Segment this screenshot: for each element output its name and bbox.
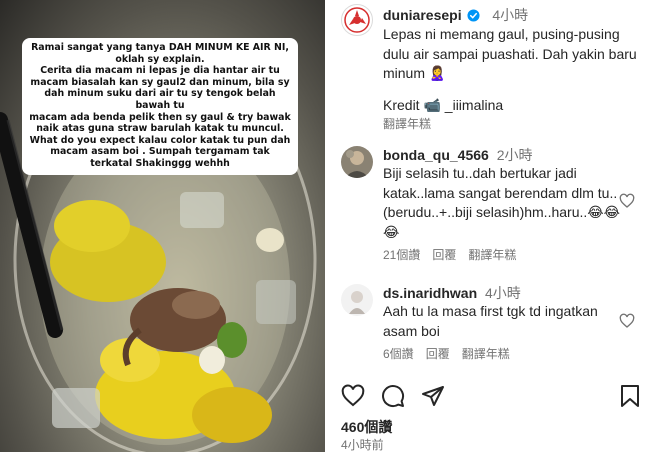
comment-likes[interactable]: 6個讚 [383, 345, 414, 362]
overlay-line: Ramai sangat yang tanya DAH MINUM KE AIR… [31, 42, 289, 53]
translate-link[interactable]: 翻譯年糕 [468, 246, 516, 263]
commenter-username[interactable]: ds.inaridhwan [383, 285, 477, 301]
comment-time[interactable]: 4小時 [485, 285, 521, 301]
paper-plane-icon[interactable] [421, 384, 445, 408]
comment-text: Biji selasih tu..dah bertukar jadi katak… [383, 165, 620, 240]
overlay-line: macam asam boi . Sumpah tergamam tak [50, 146, 270, 158]
comment-bubble-icon[interactable] [381, 384, 405, 408]
post-time[interactable]: 4小時 [492, 7, 528, 23]
comment-item: ds.inaridhwan 4小時 Aah tu la masa first t… [341, 284, 629, 362]
translate-link[interactable]: 翻譯年糕 [462, 345, 510, 362]
verified-badge-icon [467, 9, 481, 22]
comment-time[interactable]: 2小時 [497, 147, 533, 163]
post-side-panel: duniaresepi 4小時 Lepas ni memang gaul, pu… [325, 0, 657, 452]
overlay-line: naik atas guna straw barulah katak tu mu… [36, 123, 284, 135]
overlay-line: What do you expect kalau color katak tu … [29, 134, 291, 146]
likes-count[interactable]: 460個讚 [341, 417, 392, 437]
credit-label: Kredit [383, 96, 420, 113]
comment-like-icon[interactable] [619, 193, 635, 209]
comment-text: Aah tu la masa first tgk td ingatkan asa… [383, 303, 598, 339]
overlay-line: terkatal Shakinggg wehhh [90, 157, 230, 169]
posted-time[interactable]: 4小時前 [341, 436, 384, 452]
post-action-bar [341, 384, 641, 408]
reply-button[interactable]: 回覆 [426, 345, 450, 362]
post-caption: duniaresepi 4小時 Lepas ni memang gaul, pu… [341, 4, 647, 132]
credit-user[interactable]: _iiimalina [445, 97, 503, 113]
comment-item: bonda_qu_4566 2小時 Biji selasih tu..dah b… [341, 146, 629, 263]
overlay-line: Cerita dia macam ni lepas je dia hantar … [40, 65, 280, 77]
caption-text: Lepas ni memang gaul, pusing-pusing dulu… [383, 26, 637, 81]
credit-line: Kredit 📹 _iiimalina [383, 96, 647, 114]
commenter-avatar[interactable] [341, 284, 373, 316]
avatar-photo [341, 284, 373, 316]
overlay-line: macam ada benda pelik then sy gaul & try… [29, 111, 291, 123]
author-avatar[interactable] [341, 4, 373, 36]
bookmark-icon[interactable] [619, 384, 641, 408]
overlay-line: dah minum suku dari air tu sy tengok bel… [44, 88, 276, 111]
comment-likes[interactable]: 21個讚 [383, 246, 420, 263]
overlay-line: macam biasalah kan sy gaul2 dan minum, b… [30, 76, 290, 88]
commenter-username[interactable]: bonda_qu_4566 [383, 147, 489, 163]
logo-icon [344, 7, 370, 33]
author-username[interactable]: duniaresepi [383, 7, 462, 23]
post-media[interactable]: Ramai sangat yang tanya DAH MINUM KE AIR… [0, 0, 325, 452]
translate-link[interactable]: 翻譯年糕 [383, 115, 647, 132]
comment-like-icon[interactable] [619, 313, 635, 329]
camera-emoji: 📹 [423, 96, 441, 113]
avatar-photo [341, 146, 373, 178]
heart-outline-icon[interactable] [341, 384, 365, 408]
overlay-line: oklah sy explain. [115, 53, 205, 65]
commenter-avatar[interactable] [341, 146, 373, 178]
reply-button[interactable]: 回覆 [432, 246, 456, 263]
story-text-overlay: Ramai sangat yang tanya DAH MINUM KE AIR… [22, 38, 298, 175]
